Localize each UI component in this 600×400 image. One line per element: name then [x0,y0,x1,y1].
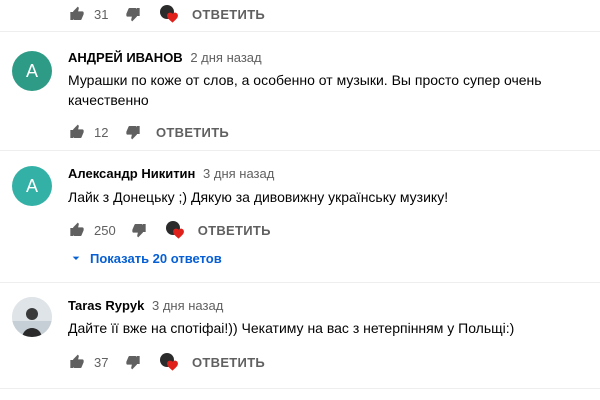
reply-button[interactable]: ОТВЕТИТЬ [156,125,229,140]
comment-actions: 250 ОТВЕТИТЬ [68,218,271,242]
divider [0,31,600,32]
thumbs-up-icon[interactable] [68,353,86,371]
reply-button[interactable]: ОТВЕТИТЬ [192,355,265,370]
show-replies-label: Показать 20 ответов [90,250,222,266]
comment-text: Мурашки по коже от слов, а особенно от м… [68,72,542,108]
comment-header: Александр Никитин 3 дня назад [68,166,274,181]
author-name[interactable]: Александр Никитин [68,166,195,181]
creator-heart-icon [160,353,178,371]
reply-button[interactable]: ОТВЕТИТЬ [192,7,265,22]
chevron-down-icon [68,250,84,266]
divider [0,388,600,389]
thumbs-down-icon[interactable] [124,5,142,23]
author-name[interactable]: Taras Rypyk [68,298,144,313]
thumbs-down-icon[interactable] [130,221,148,239]
comment-time[interactable]: 2 дня назад [190,50,261,65]
comment-header: АНДРЕЙ ИВАНОВ 2 дня назад [68,50,262,65]
creator-heart-icon [160,5,178,23]
thumbs-up-icon[interactable] [68,5,86,23]
avatar[interactable]: А [12,51,52,91]
comment-text: Лайк з Донецьку ;) Дякую за дивовижну ук… [68,189,449,205]
like-count: 12 [94,124,109,140]
avatar-letter: А [25,175,38,196]
avatar[interactable]: А [12,166,52,206]
thumbs-down-icon[interactable] [124,353,142,371]
author-name[interactable]: АНДРЕЙ ИВАНОВ [68,50,183,65]
divider [0,150,600,151]
comment-text: Дайте її вже на спотіфаі!)) Чекатиму на … [68,320,515,336]
comment-actions: 31 ОТВЕТИТЬ [68,2,265,26]
comment-time[interactable]: 3 дня назад [152,298,223,313]
creator-heart-icon [165,221,184,239]
thumbs-up-icon[interactable] [68,123,86,141]
comment-actions: 37 ОТВЕТИТЬ [68,350,265,374]
comment-actions: 12 ОТВЕТИТЬ [68,120,229,144]
comment-time[interactable]: 3 дня назад [203,166,274,181]
thumbs-up-icon[interactable] [68,221,86,239]
avatar-letter: А [25,60,38,81]
avatar-photo-icon [12,297,52,337]
divider [0,282,600,283]
comment-header: Taras Rypyk 3 дня назад [68,298,223,313]
like-count: 250 [94,222,116,238]
avatar[interactable] [12,297,52,337]
reply-button[interactable]: ОТВЕТИТЬ [198,223,271,238]
thumbs-down-icon[interactable] [124,123,142,141]
like-count: 31 [94,6,109,22]
show-replies-button[interactable]: Показать 20 ответов [68,250,222,266]
like-count: 37 [94,354,109,370]
